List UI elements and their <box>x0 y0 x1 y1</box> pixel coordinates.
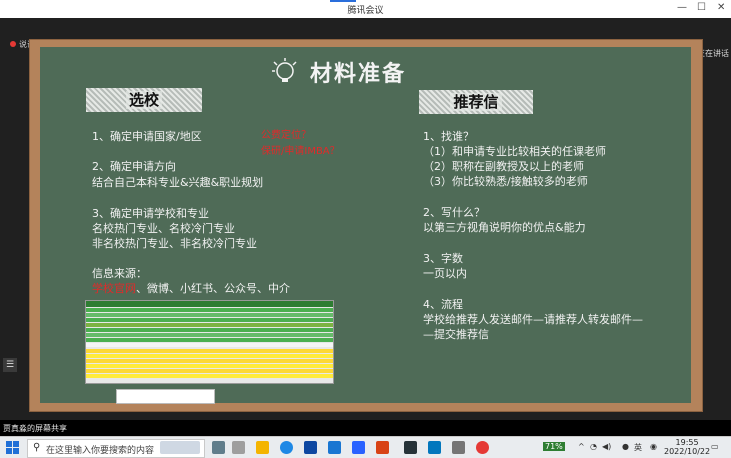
left-item-3-detail-a: 名校热门专业、名校冷门专业 <box>92 222 235 235</box>
right-item-1b: （2）职称在副教授及以上的老师 <box>423 160 584 173</box>
right-item-3: 3、字数 <box>423 252 463 265</box>
widgets-icon[interactable] <box>232 441 245 454</box>
left-item-1: 1、确定申请国家/地区 <box>92 130 202 143</box>
sheet-row <box>86 328 333 332</box>
sheet-row <box>86 364 333 368</box>
taskbar: ⚲ 在这里输入你要搜索的内容 71% ^ ◔ ◀) ● 英 ◉ 19:55 20… <box>0 436 731 458</box>
sheet-row <box>86 354 333 358</box>
right-section-header: 推荐信 <box>419 90 533 114</box>
file-explorer-icon[interactable] <box>256 441 269 454</box>
info-source-highlight: 学校官网 <box>92 282 136 295</box>
sheet-row <box>86 313 333 317</box>
sheet-row <box>86 323 333 327</box>
annotation-note-1: 公费定位？ <box>261 130 311 141</box>
left-item-2: 2、确定申请方向 <box>92 160 176 173</box>
left-item-3: 3、确定申请学校和专业 <box>92 207 209 220</box>
right-item-1a: （1）和申请专业比较相关的任课老师 <box>423 145 606 158</box>
annotation-note-2: 保研/申请IMBA？ <box>261 146 340 157</box>
sheet-row <box>86 369 333 373</box>
store-icon[interactable] <box>304 441 317 454</box>
sheet-row <box>86 349 333 353</box>
info-sources: 学校官网、微博、小红书、公众号、中介 <box>92 280 290 296</box>
lightbulb-icon <box>272 58 297 82</box>
right-item-4-detail-cont: —提交推荐信 <box>423 328 489 341</box>
volume-icon[interactable]: ◀) <box>602 442 611 451</box>
right-item-3-detail: 一页以内 <box>423 267 467 280</box>
wechat-icon[interactable]: ● <box>622 442 629 451</box>
office-icon[interactable] <box>376 441 389 454</box>
slide-title: 材料准备 <box>310 62 407 87</box>
left-section-title: 选校 <box>125 91 162 109</box>
screen-share-label: 贾真淼的屏幕共享 <box>3 424 67 433</box>
window-title: 腾讯会议 <box>347 6 384 16</box>
right-item-2-detail: 以第三方视角说明你的优点&能力 <box>423 221 586 234</box>
minimize-button[interactable]: — <box>677 2 687 13</box>
edge-browser-icon[interactable] <box>280 441 293 454</box>
title-accent <box>330 0 356 2</box>
steam-icon[interactable] <box>404 441 417 454</box>
left-item-2-detail: 结合自己本科专业&兴趣&职业规划 <box>92 176 264 189</box>
left-section-header: 选校 <box>86 88 202 112</box>
right-item-2: 2、写什么？ <box>423 206 485 219</box>
ime-indicator[interactable]: 英 <box>634 442 642 453</box>
info-source-rest: 、微博、小红书、公众号、中介 <box>136 282 290 295</box>
right-item-1c: （3）你比较熟悉/接触较多的老师 <box>423 175 588 188</box>
tencent-meeting-icon[interactable] <box>352 441 365 454</box>
sheet-header-row <box>86 301 333 307</box>
spreadsheet-caption-box <box>116 389 215 404</box>
sheet-row <box>86 338 333 342</box>
left-item-3-detail-b: 非名校热门专业、非名校冷门专业 <box>92 237 257 250</box>
windows-start-button[interactable] <box>6 441 19 454</box>
right-item-4-detail: 学校给推荐人发送邮件—请推荐人转发邮件— <box>423 313 643 326</box>
netease-music-icon[interactable] <box>476 441 489 454</box>
clock-date: 2022/10/22 <box>664 447 711 456</box>
notification-icon[interactable]: ▭ <box>711 442 719 451</box>
tray-app-icon[interactable]: ◉ <box>650 442 657 451</box>
menu-icon[interactable]: ☰ <box>3 358 17 372</box>
clock[interactable]: 19:55 2022/10/22 <box>664 438 710 456</box>
info-sources-label: 信息来源： <box>92 267 147 280</box>
sheet-row <box>86 333 333 337</box>
network-icon[interactable]: ◔ <box>590 442 597 451</box>
app-icon[interactable] <box>428 441 441 454</box>
search-placeholder: 在这里输入你要搜索的内容 <box>46 446 155 456</box>
sheet-row <box>86 308 333 312</box>
maximize-button[interactable]: ☐ <box>697 2 706 13</box>
sheet-row <box>86 318 333 322</box>
settings-icon[interactable] <box>452 441 465 454</box>
screen-share-bar: 贾真淼的屏幕共享 <box>0 420 731 436</box>
mail-icon[interactable] <box>328 441 341 454</box>
mic-icon <box>10 41 16 47</box>
up-arrow-icon[interactable]: ^ <box>578 442 585 451</box>
sheet-row <box>86 343 333 347</box>
battery-indicator[interactable]: 71% <box>543 442 565 451</box>
spreadsheet-image <box>85 300 334 384</box>
right-section-title: 推荐信 <box>450 93 502 111</box>
close-button[interactable]: ✕ <box>717 2 725 13</box>
clock-time: 19:55 <box>675 438 699 447</box>
right-item-4: 4、流程 <box>423 298 463 311</box>
right-item-1: 1、找谁？ <box>423 130 474 143</box>
search-highlight-image <box>160 441 200 454</box>
task-view-icon[interactable] <box>212 441 225 454</box>
search-icon: ⚲ <box>33 442 41 453</box>
sheet-row <box>86 374 333 378</box>
sheet-row <box>86 359 333 363</box>
window-title-bar: 腾讯会议 — ☐ ✕ <box>0 0 731 19</box>
